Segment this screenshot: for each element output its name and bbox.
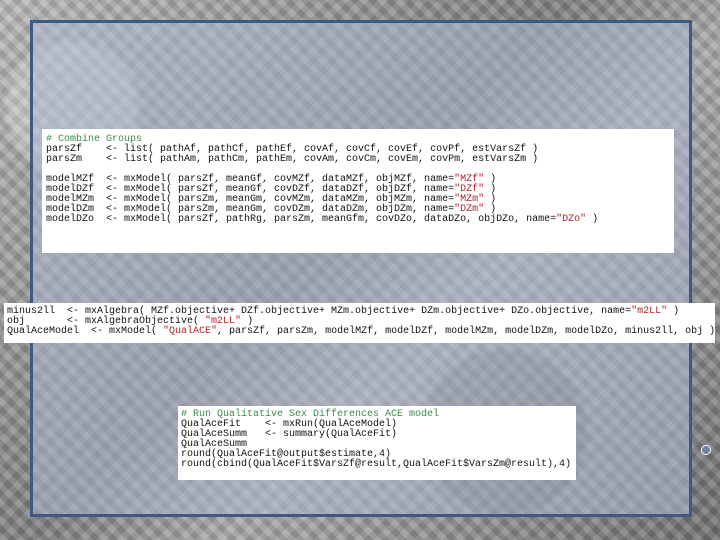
code-block-run-model: # Run Qualitative Sex Differences ACE mo…: [178, 406, 576, 480]
code-line: parsZm <- list( pathAm, pathCm, pathEm, …: [46, 154, 539, 165]
code-block-algebra: minus2ll <- mxAlgebra( MZf.objective+ DZ…: [4, 303, 715, 343]
code-line: QualAceModel <- mxModel( "QualACE", pars…: [7, 326, 715, 337]
slide-marker-dot: [701, 445, 711, 455]
code-line: round(cbind(QualAceFit$VarsZf@result,Qua…: [181, 459, 572, 470]
code-block-combine-groups: # Combine Groups parsZf <- list( pathAf, …: [42, 129, 674, 253]
code-line: modelDZo <- mxModel( parsZf, pathRg, par…: [46, 214, 599, 225]
